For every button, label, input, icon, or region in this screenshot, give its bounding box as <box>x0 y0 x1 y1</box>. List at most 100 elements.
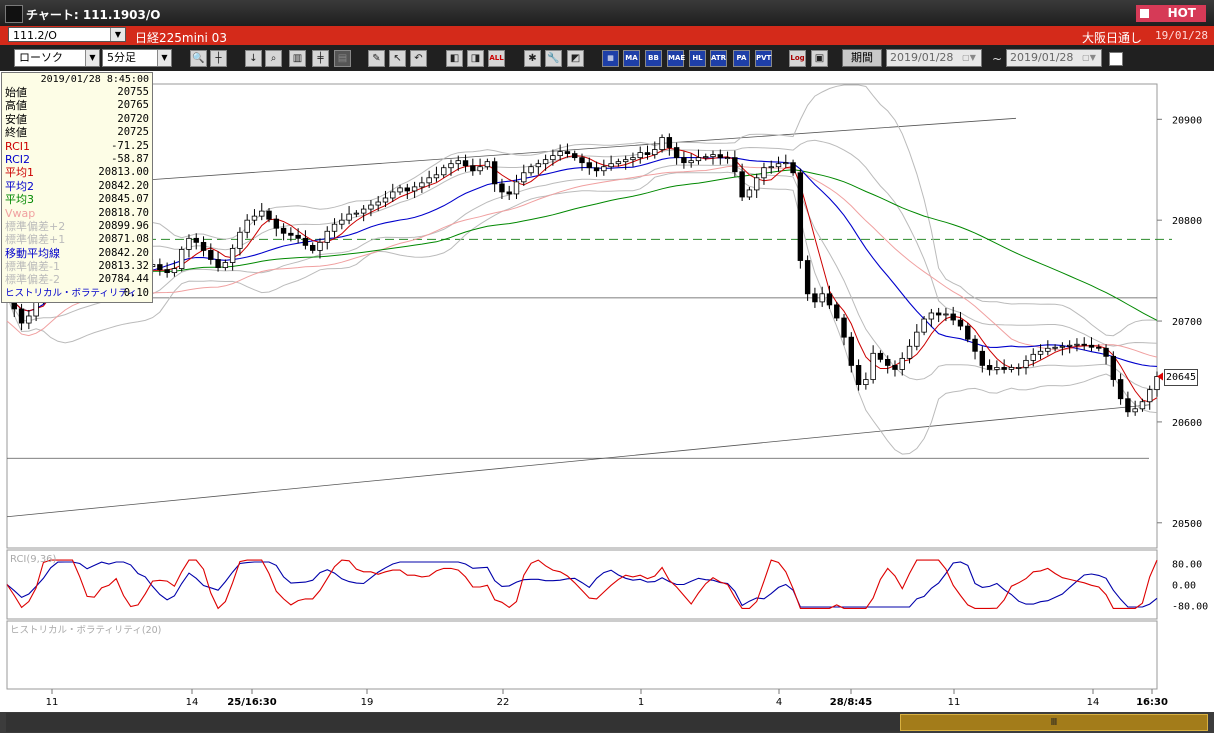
candle-body <box>397 187 403 193</box>
chart-type-select[interactable]: ローソク ▼ <box>14 49 100 67</box>
info-row: 始値 20755 <box>2 86 152 99</box>
candle-body <box>513 181 520 195</box>
zoom-icon[interactable]: 🔍 <box>190 50 207 67</box>
download-icon[interactable]: ↓ <box>245 50 262 67</box>
candle-body <box>382 197 389 203</box>
pencil-icon[interactable]: ✎ <box>368 50 385 67</box>
candle-body <box>419 182 425 188</box>
candle-body <box>200 241 207 251</box>
all-button[interactable]: ALL <box>488 50 505 67</box>
bar-chart-icon[interactable]: ▥ <box>289 50 306 67</box>
pa-button[interactable]: PA <box>733 50 750 67</box>
chevron-down-icon[interactable]: ▼ <box>110 28 125 41</box>
candle-body <box>1023 359 1029 368</box>
settings-icon[interactable]: ✱ <box>524 50 541 67</box>
candle-body <box>935 312 942 316</box>
candle-body <box>288 232 294 236</box>
ma-button[interactable]: MA <box>623 50 640 67</box>
candle-body <box>346 213 352 221</box>
export-icon[interactable]: ▣ <box>811 50 828 67</box>
info-row: ヒストリカル・ボラティリティ 0.10 <box>2 287 152 300</box>
chart-type-value: ローソク <box>19 51 63 64</box>
info-row: 標準偏差+2 20899.96 <box>2 220 152 233</box>
pvt-button[interactable]: PVT <box>755 50 772 67</box>
mae-button[interactable]: MAE <box>667 50 685 67</box>
price-tick-label: 20500 <box>1172 519 1202 530</box>
candle-body <box>208 250 214 260</box>
candle-body <box>965 325 971 340</box>
date-to-field[interactable]: 2019/01/28 ▢▼ <box>1006 49 1102 67</box>
crosshair-icon[interactable]: ┼ <box>210 50 227 67</box>
candle-body <box>950 313 956 321</box>
grid-icon[interactable]: ▦ <box>602 50 619 67</box>
time-tick-label: 25/16:30 <box>227 697 276 708</box>
hot-square-icon <box>1140 9 1149 18</box>
info-panel: 2019/01/28 8:45:00 始値 20755 高値 20765 安値 20720… <box>1 72 153 303</box>
candle-body <box>251 215 258 221</box>
candle-body <box>506 191 512 195</box>
candle-body <box>455 160 461 165</box>
candle-icon[interactable]: ╪ <box>312 50 329 67</box>
period-button[interactable]: 期間 <box>842 49 882 67</box>
log-button[interactable]: Log <box>789 50 806 67</box>
calendar-dropdown-icon[interactable]: ▢▼ <box>957 50 981 66</box>
candle-body <box>892 365 898 370</box>
wrench-icon[interactable]: 🔧 <box>545 50 562 67</box>
info-row: 終値 20725 <box>2 126 152 139</box>
auto-update-checkbox[interactable] <box>1109 52 1123 66</box>
candle-body <box>448 163 454 169</box>
candle-body <box>433 174 440 179</box>
info-label: 安値 <box>5 112 27 126</box>
time-tick-label: 11 <box>948 697 961 708</box>
time-tick-label: 19 <box>361 697 374 708</box>
bar-left-icon[interactable]: ◧ <box>446 50 463 67</box>
candle-body <box>819 293 825 303</box>
candle-body <box>295 234 301 239</box>
candle-body <box>1059 345 1066 348</box>
chevron-down-icon[interactable]: ▼ <box>157 50 171 66</box>
hot-button[interactable]: HOT <box>1136 5 1206 22</box>
time-scrollbar[interactable]: Ⅲ <box>0 712 1214 733</box>
rci-lines: RCI(9,36) <box>6 554 1158 610</box>
price-tick-label: 20700 <box>1172 317 1202 328</box>
scroll-thumb[interactable]: Ⅲ <box>900 714 1208 731</box>
chart-area[interactable]: RCI(9,36) ヒストリカル・ボラティリティ(20) 20900 20800 2… <box>0 71 1214 712</box>
hl-button[interactable]: HL <box>689 50 706 67</box>
chart-app-icon <box>5 5 23 23</box>
color-palette-icon[interactable]: ◩ <box>567 50 584 67</box>
candle-body <box>622 159 629 163</box>
candle-body <box>1147 389 1153 403</box>
candle-body <box>703 156 709 159</box>
info-label: RCI2 <box>5 152 31 166</box>
date-from-field[interactable]: 2019/01/28 ▢▼ <box>886 49 982 67</box>
info-label: ヒストリカル・ボラティリティ <box>5 287 137 299</box>
info-value: 20755 <box>117 86 149 98</box>
candle-body <box>477 166 483 172</box>
price-chart-svg[interactable]: RCI(9,36) ヒストリカル・ボラティリティ(20) 20900 20800 2… <box>0 71 1214 712</box>
atr-button[interactable]: ATR <box>710 50 727 67</box>
bar-right-icon[interactable]: ◨ <box>467 50 484 67</box>
timeframe-select[interactable]: 5分足 ▼ <box>102 49 172 67</box>
search-icon[interactable]: ⌕ <box>265 50 282 67</box>
cursor-icon[interactable]: ↖ <box>389 50 406 67</box>
candle-body <box>804 260 811 295</box>
info-label: 始値 <box>5 86 27 99</box>
hot-label: HOT <box>1167 6 1196 20</box>
candle-body <box>695 157 702 162</box>
symbol-select[interactable]: 111.2/O ▼ <box>8 27 126 42</box>
info-label: 移動平均線 <box>5 246 60 260</box>
candle-body <box>164 269 170 274</box>
info-value: 20899.96 <box>98 219 149 232</box>
candle-body <box>1008 367 1015 370</box>
info-label: Vwap <box>5 206 36 220</box>
candle-body <box>237 231 243 249</box>
panel-borders <box>6 83 1158 690</box>
candle-body <box>535 163 542 168</box>
bb-button[interactable]: BB <box>645 50 662 67</box>
candle-body <box>870 352 876 380</box>
info-label: 平均3 <box>5 193 34 207</box>
calendar-dropdown-icon[interactable]: ▢▼ <box>1077 50 1101 66</box>
candle-body <box>528 166 534 174</box>
undo-icon[interactable]: ↶ <box>410 50 427 67</box>
chevron-down-icon[interactable]: ▼ <box>85 50 99 66</box>
